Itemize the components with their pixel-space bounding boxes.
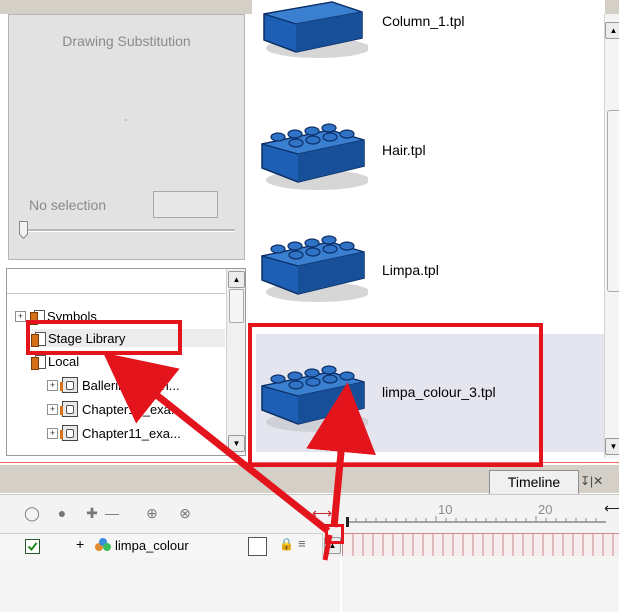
remove-keyframe-icon[interactable]: ⊗	[175, 503, 195, 523]
tree-item-ballerina[interactable]: + Ballerina_open...	[47, 376, 180, 394]
annotation-box-stage-library	[26, 320, 182, 355]
layer-color-swatch[interactable]	[248, 537, 267, 556]
frames-empty-area	[342, 556, 619, 612]
tab-menu-icon[interactable]: ↧|✕	[580, 474, 619, 491]
tree-item-label: Ballerina_open...	[82, 377, 180, 393]
motion-keyframe-icon[interactable]: ●	[52, 503, 72, 523]
ruler-tick-label: 10	[438, 502, 453, 517]
library-search-field[interactable]	[7, 269, 225, 294]
scroll-up-button[interactable]: ▲	[605, 22, 619, 39]
template-label: Hair.tpl	[382, 142, 426, 158]
template-brick-icon	[261, 235, 368, 302]
drawing-substitution-title: Drawing Substitution	[62, 33, 191, 49]
database-icon[interactable]: ≡	[298, 536, 306, 551]
tree-item-label: Local	[48, 353, 80, 369]
preview-area	[124, 119, 127, 121]
library-icon	[60, 401, 78, 417]
library-tree-panel: ▲ ▼ + Symbols Stage Library Local + Ball…	[6, 268, 246, 456]
tree-item-label: Chapter10_exa...	[82, 401, 182, 417]
no-selection-label: No selection	[29, 197, 107, 213]
layer-visibility-checkbox[interactable]	[25, 539, 40, 554]
add-drawing-icon[interactable]: +	[76, 536, 84, 552]
scroll-thumb[interactable]	[229, 289, 244, 323]
scroll-down-button[interactable]: ▼	[605, 438, 619, 455]
ruler-end-icon[interactable]: ⟷	[604, 500, 619, 517]
scroll-thumb[interactable]	[607, 110, 619, 292]
template-brick-icon	[263, 1, 368, 58]
tab-timeline[interactable]: Timeline	[489, 470, 579, 494]
expand-icon[interactable]: +	[15, 310, 26, 322]
lock-icon[interactable]: 🔒	[279, 537, 294, 551]
expand-icon[interactable]: +	[47, 427, 58, 439]
tree-item-chapter11[interactable]: + Chapter11_exa...	[47, 424, 181, 442]
template-label: Limpa.tpl	[382, 262, 439, 278]
library-tree-scrollbar[interactable]: ▲ ▼	[226, 269, 245, 454]
collapse-expand-icon[interactable]: ⟷	[312, 503, 332, 523]
drawing-substitution-panel: Drawing Substitution No selection	[8, 14, 245, 260]
ruler-tick-label: 20	[538, 502, 553, 517]
add-keyframe-icon[interactable]: ⊕	[142, 503, 162, 523]
layer-name[interactable]: limpa_colour	[115, 538, 189, 553]
template-item[interactable]: Column_1.tpl	[252, 0, 605, 76]
onion-skin-icon[interactable]: ◯	[22, 503, 42, 523]
template-item[interactable]: Hair.tpl	[252, 96, 605, 200]
substitution-slider-track[interactable]	[21, 229, 235, 232]
annotation-box-template	[248, 323, 543, 467]
tree-item-chapter10[interactable]: + Chapter10_exa...	[47, 400, 182, 418]
tree-item-label: Chapter11_exa...	[82, 425, 181, 441]
add-layer-icon[interactable]: ✚	[82, 503, 102, 523]
layer-type-icon	[93, 537, 113, 553]
drawing-number-field[interactable]	[153, 191, 218, 218]
expand-icon[interactable]: +	[47, 403, 58, 415]
remove-layer-icon[interactable]: —	[102, 503, 122, 523]
template-label: Column_1.tpl	[382, 13, 465, 29]
template-brick-icon	[261, 123, 368, 190]
library-icon	[60, 425, 78, 441]
scroll-up-button[interactable]: ▲	[228, 271, 245, 288]
scroll-down-button[interactable]: ▼	[228, 435, 245, 452]
library-icon	[60, 377, 78, 393]
substitution-slider-thumb[interactable]	[19, 221, 28, 239]
frame-ruler[interactable]: 10 20 ⟷	[342, 500, 619, 530]
layer-frames[interactable]	[342, 533, 619, 557]
template-list-scrollbar[interactable]: ▲ ▼	[604, 14, 619, 458]
expand-icon[interactable]: +	[47, 379, 58, 391]
annotation-arrow-origin	[325, 524, 344, 544]
layers-empty-area	[0, 558, 340, 612]
template-item[interactable]: Limpa.tpl	[252, 212, 605, 316]
folder-icon	[31, 354, 46, 370]
